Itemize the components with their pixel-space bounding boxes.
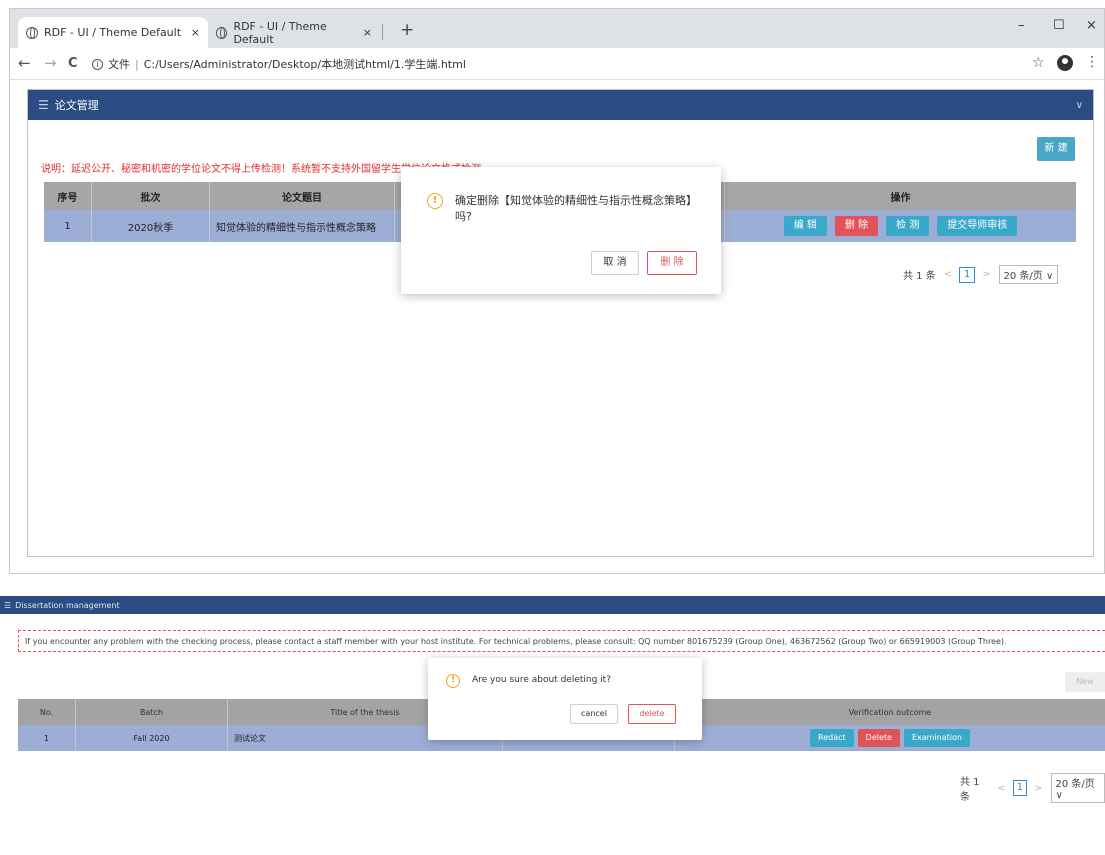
address-separator: |: [135, 57, 139, 71]
tab-strip: RDF - UI / Theme Default × RDF - UI / Th…: [10, 9, 1104, 48]
header-index: No.: [18, 699, 76, 725]
menu-icon[interactable]: ☰: [38, 98, 49, 112]
browser-window: RDF - UI / Theme Default × RDF - UI / Th…: [9, 8, 1105, 574]
forward-button[interactable]: →: [44, 54, 57, 72]
globe-icon: [216, 26, 228, 39]
pager-total: 共 1 条: [903, 271, 936, 282]
confirm-dialog: ! 确定删除【知觉体验的精细性与指示性概念策略】吗? 取 消 删 除: [401, 167, 721, 294]
bookmark-star-icon[interactable]: ☆: [1032, 55, 1045, 71]
cell-index: 1: [18, 725, 76, 751]
header-title: 论文题目: [210, 182, 395, 210]
pager-prev[interactable]: <: [944, 269, 952, 280]
pager-total: 共 1 条: [960, 777, 980, 803]
english-screenshot: ☰ Dissertation management If you encount…: [0, 596, 1105, 855]
confirm-delete-button[interactable]: 删 除: [647, 251, 697, 275]
dialog-message: 确定删除【知觉体验的精细性与指示性概念策略】吗?: [455, 194, 697, 223]
cell-index: 1: [44, 210, 92, 242]
cell-batch: Fall 2020: [76, 725, 228, 751]
header-batch: Batch: [76, 699, 228, 725]
cell-actions: Redact Delete Examination: [675, 725, 1105, 751]
panel-title: 论文管理: [54, 99, 99, 112]
menu-icon[interactable]: ☰: [4, 601, 11, 610]
pager-page[interactable]: 1: [959, 266, 976, 283]
header-index: 序号: [44, 182, 92, 210]
examination-button[interactable]: Examination: [903, 729, 970, 747]
pager-page[interactable]: 1: [1012, 780, 1028, 796]
address-scheme-label: 文件: [108, 58, 130, 71]
pager-next[interactable]: >: [982, 269, 990, 280]
tab-title: RDF - UI / Theme Default: [233, 19, 327, 46]
maximize-button[interactable]: ☐: [1053, 18, 1065, 33]
dialog-message: Are you sure about deleting it?: [472, 675, 611, 685]
confirm-dialog: ! Are you sure about deleting it? cancel…: [428, 658, 702, 740]
cell-batch: 2020秋季: [92, 210, 210, 242]
pager-next[interactable]: >: [1034, 783, 1042, 794]
header-actions: 操作: [890, 192, 911, 204]
address-bar[interactable]: i 文件 | C:/Users/Administrator/Desktop/本地…: [92, 53, 1032, 75]
cell-actions: 编 辑 删 除 检 测 提交导师审核: [725, 210, 1076, 242]
warning-icon: !: [427, 193, 443, 209]
cell-title: 知觉体验的精细性与指示性概念策略: [210, 210, 395, 242]
pagination: 共 1 条 < 1 > 20 条/页 ∨: [960, 773, 1105, 803]
new-button[interactable]: 新 建: [1037, 137, 1075, 161]
close-window-button[interactable]: ×: [1086, 18, 1097, 33]
page-size-select[interactable]: 20 条/页 ∨: [1050, 773, 1105, 803]
back-button[interactable]: ←: [18, 54, 31, 72]
panel-header[interactable]: ☰ 论文管理 ∨: [28, 90, 1093, 120]
account-icon[interactable]: [1057, 55, 1073, 71]
redact-button[interactable]: Redact: [810, 729, 854, 747]
page-content: ☰ 论文管理 ∨ 新 建 说明：延迟公开、秘密和机密的学位论文不得上传检测！系统…: [27, 89, 1094, 557]
delete-button[interactable]: Delete: [857, 729, 900, 747]
panel-header[interactable]: ☰ Dissertation management: [0, 596, 1105, 614]
reload-button[interactable]: C: [68, 56, 78, 71]
pager-prev[interactable]: <: [997, 783, 1005, 794]
pagination: 共 1 条 < 1 > 20 条/页 ∨: [903, 265, 1059, 284]
browser-tab-1[interactable]: RDF - UI / Theme Default ×: [18, 17, 208, 48]
check-button[interactable]: 检 测: [886, 216, 930, 236]
cancel-button[interactable]: cancel: [570, 704, 618, 724]
new-tab-button[interactable]: +: [400, 20, 414, 40]
menu-kebab-icon[interactable]: ⋮: [1085, 54, 1099, 70]
header-actions: Verification outcome: [848, 707, 932, 717]
warning-icon: !: [446, 674, 460, 688]
new-button[interactable]: New: [1065, 672, 1105, 692]
address-url[interactable]: C:/Users/Administrator/Desktop/本地测试html/…: [144, 56, 466, 72]
globe-icon: [26, 26, 38, 39]
tab-separator: [382, 24, 383, 40]
panel-title: Dissertation management: [15, 600, 120, 610]
chevron-down-icon[interactable]: ∨: [1076, 100, 1083, 111]
minimize-button[interactable]: –: [1018, 18, 1025, 33]
header-batch: 批次: [92, 182, 210, 210]
page-size-select[interactable]: 20 条/页 ∨: [998, 265, 1059, 284]
info-icon[interactable]: i: [92, 58, 103, 70]
tab-title: RDF - UI / Theme Default: [44, 26, 182, 39]
delete-button[interactable]: 删 除: [834, 216, 879, 236]
browser-tab-2[interactable]: RDF - UI / Theme Default ×: [208, 17, 380, 48]
cancel-button[interactable]: 取 消: [591, 251, 639, 275]
tab-close-icon[interactable]: ×: [191, 26, 200, 39]
confirm-delete-button[interactable]: delete: [628, 704, 676, 724]
edit-button[interactable]: 编 辑: [783, 216, 827, 236]
browser-toolbar: ← → C i 文件 | C:/Users/Administrator/Desk…: [10, 48, 1104, 80]
submit-review-button[interactable]: 提交导师审核: [937, 216, 1018, 236]
notice-text: If you encounter any problem with the ch…: [18, 630, 1105, 652]
tab-close-icon[interactable]: ×: [363, 26, 372, 39]
